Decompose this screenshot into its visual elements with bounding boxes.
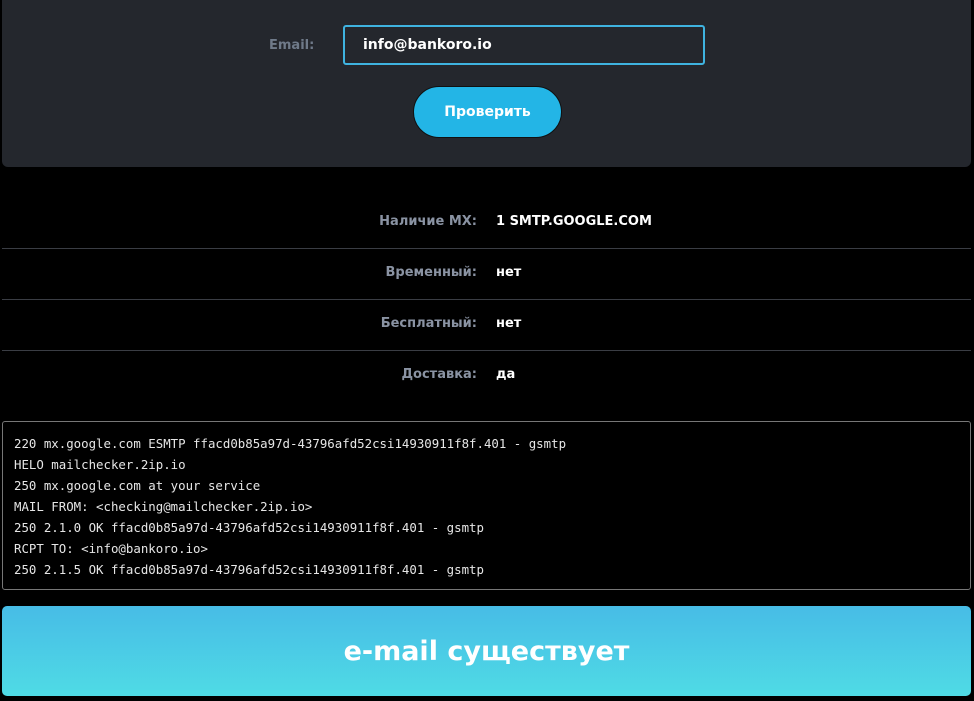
result-label: Временный: [385,265,477,280]
result-row-mx: Наличие MX: 1 SMTP.GOOGLE.COM [2,198,971,249]
email-label: Email: [269,38,315,53]
result-value: нет [496,265,522,280]
result-row-temporary: Временный: нет [2,249,971,300]
log-line: 250 2.1.5 OK ffacd0b85a97d-43796afd52csi… [14,562,484,577]
result-value: 1 SMTP.GOOGLE.COM [496,214,652,229]
result-value: да [496,367,516,382]
log-line: RCPT TO: <info@bankoro.io> [14,541,208,556]
result-row-delivery: Доставка: да [2,351,971,401]
log-line: 250 2.1.0 OK ffacd0b85a97d-43796afd52csi… [14,520,484,535]
smtp-log: 220 mx.google.com ESMTP ffacd0b85a97d-43… [2,421,971,590]
log-line: 220 mx.google.com ESMTP ffacd0b85a97d-43… [14,436,567,451]
result-label: Наличие MX: [379,214,477,229]
result-label: Бесплатный: [380,316,477,331]
check-button[interactable]: Проверить [413,86,562,138]
verdict-banner: e-mail существует [2,606,971,696]
log-line: HELO mailchecker.2ip.io [14,457,186,472]
result-value: нет [496,316,522,331]
log-line: 250 mx.google.com at your service [14,478,261,493]
result-label: Доставка: [401,367,477,382]
result-row-free: Бесплатный: нет [2,300,971,351]
log-line: MAIL FROM: <checking@mailchecker.2ip.io> [14,499,313,514]
check-form-panel: Email: info@bankoro.io Проверить [2,0,971,167]
email-input[interactable]: info@bankoro.io [343,25,705,65]
